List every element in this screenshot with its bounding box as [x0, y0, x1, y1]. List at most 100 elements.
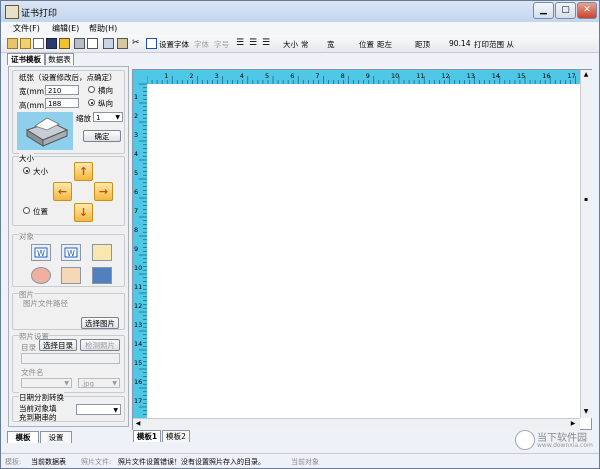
- scroll-right-icon[interactable]: ▶: [569, 420, 577, 428]
- status-template-label: 模板:: [5, 458, 22, 466]
- ruler-v-label: 6: [134, 188, 138, 196]
- date-split-select[interactable]: ▼: [76, 404, 121, 415]
- ruler-h-label: 6: [290, 72, 294, 80]
- position-radio[interactable]: [23, 207, 30, 214]
- ruler-h-label: 5: [265, 72, 269, 80]
- tab-template1[interactable]: 模板1: [133, 430, 161, 442]
- ruler-h-label: 16: [542, 72, 550, 80]
- status-bar: 模板: 当前数据表 照片文件: 照片文件设置错误！没有设置照片存入的目录。 当前…: [1, 453, 599, 468]
- note-object-icon[interactable]: [92, 244, 112, 261]
- tab-settings[interactable]: 设置: [40, 431, 72, 443]
- ruler-v-label: 3: [134, 131, 138, 139]
- seal-object-icon[interactable]: [31, 267, 51, 284]
- close-button[interactable]: ✕: [577, 2, 597, 19]
- check-photo-button[interactable]: 检测照片: [80, 339, 120, 351]
- design-page[interactable]: [147, 84, 580, 418]
- text-object-icon[interactable]: W: [31, 244, 51, 261]
- width-mm-label: 宽(mm): [19, 87, 47, 96]
- maximize-button[interactable]: ▢: [555, 2, 576, 19]
- ruler-h-label: 11: [416, 72, 424, 80]
- scroll-left-icon[interactable]: ◀: [134, 420, 142, 428]
- photo-object-icon[interactable]: [61, 267, 81, 284]
- tab-template2[interactable]: 模板2: [162, 430, 190, 442]
- tab-certificate-template[interactable]: 证书模板: [7, 53, 45, 65]
- ruler-h-label: 3: [215, 72, 219, 80]
- tab-data-table[interactable]: 数据表: [45, 53, 74, 65]
- dir-input[interactable]: [21, 353, 120, 364]
- align-right-icon[interactable]: ☰: [262, 38, 273, 49]
- size-value[interactable]: 常: [301, 39, 309, 50]
- font-size-button[interactable]: 字号: [214, 39, 229, 50]
- folder-icon[interactable]: [20, 38, 31, 49]
- new-icon[interactable]: [33, 38, 44, 49]
- save-icon[interactable]: [46, 38, 57, 49]
- width-input[interactable]: 210: [45, 85, 79, 95]
- choose-dir-button[interactable]: 选择目录: [39, 339, 77, 351]
- top-tabs: 证书模板 数据表: [1, 53, 599, 66]
- minimize-button[interactable]: ▁: [533, 2, 554, 19]
- menu-file[interactable]: 文件(F): [13, 23, 40, 34]
- print-icon[interactable]: [74, 38, 85, 49]
- font-icon[interactable]: [146, 38, 157, 49]
- ruler-v-label: 16: [134, 378, 142, 386]
- height-input[interactable]: 188: [45, 98, 79, 108]
- status-photo-value: 照片文件设置错误！没有设置照片存入的目录。: [118, 458, 265, 466]
- watermark-icon: [515, 430, 535, 450]
- font-button[interactable]: 字体: [194, 39, 209, 50]
- paste-icon[interactable]: [117, 38, 128, 49]
- zoom-label: 缩放: [76, 114, 91, 123]
- menu-edit[interactable]: 编辑(E): [52, 23, 79, 34]
- chevron-down-icon: ▼: [113, 407, 118, 414]
- portrait-label: 纵向: [98, 99, 113, 108]
- arrow-down-icon[interactable]: ↓: [74, 203, 93, 222]
- ruler-h-label: 8: [341, 72, 345, 80]
- position-value[interactable]: 距左: [377, 39, 392, 50]
- left-panel: 纸张（设置修改后，点确定） 宽(mm) 210 高(mm) 188 横向 纵向 …: [8, 66, 129, 427]
- text-object-2-icon[interactable]: W: [61, 244, 81, 261]
- status-template-value: 当前数据表: [31, 458, 66, 466]
- scroll-thumb-icon[interactable]: ▪: [582, 196, 590, 204]
- portrait-radio[interactable]: [88, 99, 95, 106]
- tab-template-left[interactable]: 模板: [7, 431, 39, 443]
- align-center-icon[interactable]: ☰: [249, 38, 260, 49]
- ruler-v-label: 13: [134, 321, 142, 329]
- image-object-icon[interactable]: [92, 267, 112, 284]
- ruler-v-label: 4: [134, 150, 138, 158]
- vertical-ruler: 1 2 3 4 5 6 7 8 9 10 11 12 13 14 15 16 17: [133, 70, 147, 418]
- height-mm-label: 高(mm): [19, 101, 47, 110]
- title-bar: 证书打印 ▁ ▢ ✕: [1, 1, 599, 22]
- ext-select[interactable]: .jpg ▼: [78, 378, 120, 388]
- dir-label: 目录: [21, 343, 36, 352]
- ruler-v-label: 10: [134, 264, 142, 272]
- filename-select[interactable]: ▼: [21, 378, 72, 388]
- vertical-scrollbar[interactable]: ▲ ▪ ▼: [580, 70, 592, 418]
- arrow-right-icon[interactable]: →: [94, 182, 113, 201]
- watermark-url: www.downxia.com: [537, 442, 593, 449]
- align-left-icon[interactable]: ☰: [236, 38, 247, 49]
- ruler-h-label: 12: [441, 72, 449, 80]
- ruler-v-label: 11: [134, 283, 142, 291]
- arrow-left-icon[interactable]: ←: [53, 182, 72, 201]
- print-preview-icon[interactable]: [87, 38, 98, 49]
- size-radio[interactable]: [23, 167, 30, 174]
- zoom-select[interactable]: 1 ▼: [93, 112, 123, 122]
- open-icon[interactable]: [7, 38, 18, 49]
- cut-icon[interactable]: ✂: [132, 38, 143, 49]
- position-radio-label: 位置: [33, 207, 48, 216]
- horizontal-scrollbar[interactable]: ◀ ▶: [133, 418, 580, 430]
- set-font-button[interactable]: 设置字体: [159, 39, 189, 50]
- size-group-label: 大小: [19, 153, 34, 164]
- scroll-up-icon[interactable]: ▲: [582, 71, 590, 79]
- date-split-label: 日期分割转换: [19, 392, 64, 403]
- arrow-up-icon[interactable]: ↑: [74, 162, 93, 181]
- confirm-button[interactable]: 确定: [83, 130, 121, 142]
- scroll-down-icon[interactable]: ▼: [582, 408, 590, 416]
- flag-icon[interactable]: [59, 38, 70, 49]
- app-icon: [5, 5, 19, 19]
- choose-picture-button[interactable]: 选择图片: [81, 317, 119, 329]
- copy-icon[interactable]: [103, 38, 114, 49]
- coord-value[interactable]: 90.14: [449, 39, 470, 48]
- status-current-object: 当前对象: [291, 458, 319, 466]
- landscape-radio[interactable]: [88, 86, 95, 93]
- menu-help[interactable]: 帮助(H): [89, 23, 117, 34]
